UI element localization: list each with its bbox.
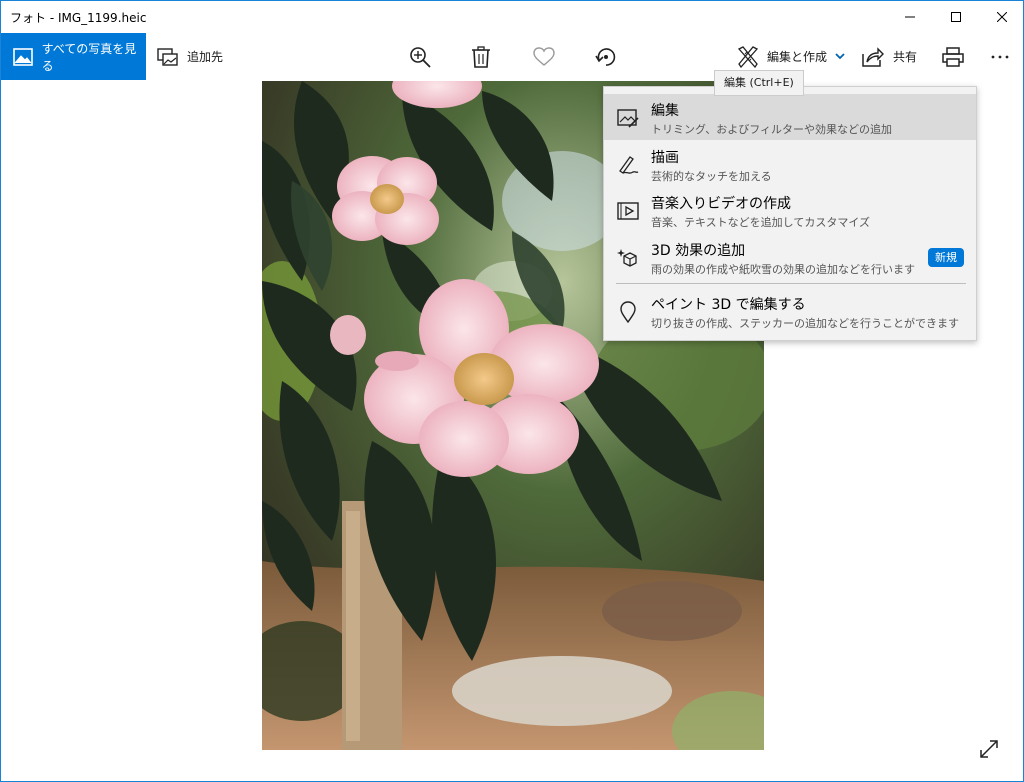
menu-item-draw[interactable]: 描画 芸術的なタッチを加える	[604, 141, 976, 187]
paint3d-icon	[620, 301, 636, 323]
menu-item-description: 雨の効果の作成や紙吹雪の効果の追加などを行います	[651, 263, 915, 276]
edit-photo-icon	[617, 109, 639, 128]
menu-item-title: 音楽入りビデオの作成	[651, 196, 791, 212]
printer-icon	[942, 47, 964, 67]
menu-item-description: トリミング、およびフィルターや効果などの追加	[651, 123, 893, 136]
photos-window: フォト - IMG_1199.heic すべての写真を見る 追加先 編集と作成 …	[0, 0, 1024, 782]
favorite-button[interactable]	[528, 41, 560, 73]
trash-icon	[472, 46, 490, 68]
minimize-button[interactable]	[887, 1, 933, 33]
menu-item-paint-3d[interactable]: ペイント 3D で編集する 切り抜きの作成、ステッカーの追加などを行うことができ…	[604, 288, 976, 334]
chevron-down-icon	[835, 53, 845, 60]
expand-icon	[980, 740, 998, 758]
zoom-in-icon	[410, 47, 431, 68]
full-screen-button[interactable]	[975, 735, 1003, 763]
menu-item-description: 切り抜きの作成、ステッカーの追加などを行うことができます	[651, 317, 959, 330]
share-icon	[862, 46, 884, 67]
edit-create-menu: 編集 トリミング、およびフィルターや効果などの追加 描画 芸術的なタッチを加える…	[603, 86, 977, 341]
draw-icon	[619, 156, 639, 174]
print-button[interactable]	[937, 41, 969, 73]
menu-item-edit[interactable]: 編集 トリミング、およびフィルターや効果などの追加	[604, 94, 976, 140]
menu-item-description: 芸術的なタッチを加える	[651, 170, 772, 183]
add-to-album-icon	[157, 47, 178, 66]
edit-and-create-label: 編集と作成	[767, 50, 828, 64]
menu-item-title: 描画	[651, 150, 679, 166]
edit-tooltip: 編集 (Ctrl+E)	[714, 70, 804, 96]
title-bar: フォト - IMG_1199.heic	[1, 1, 1023, 33]
rotate-icon	[595, 48, 616, 66]
rotate-button[interactable]	[590, 41, 622, 73]
menu-item-title: 編集	[651, 103, 679, 119]
add-to-button[interactable]: 追加先	[157, 33, 223, 80]
heart-icon	[533, 47, 555, 66]
menu-item-3d-effects[interactable]: 3D 効果の追加 雨の効果の作成や紙吹雪の効果の追加などを行います 新規	[604, 234, 976, 280]
window-title: フォト - IMG_1199.heic	[10, 11, 147, 25]
menu-separator	[616, 283, 966, 284]
3d-effects-icon	[617, 249, 637, 267]
maximize-icon	[951, 12, 961, 22]
command-bar: すべての写真を見る 追加先 編集と作成 共有	[1, 33, 1023, 81]
menu-item-create-video[interactable]: 音楽入りビデオの作成 音楽、テキストなどを追加してカスタマイズ	[604, 187, 976, 233]
maximize-button[interactable]	[933, 1, 979, 33]
see-all-photos-label: すべての写真を見る	[41, 41, 137, 73]
menu-item-description: 音楽、テキストなどを追加してカスタマイズ	[651, 216, 871, 229]
minimize-icon	[905, 16, 915, 18]
more-options-button[interactable]	[984, 41, 1016, 73]
menu-item-title: 3D 効果の追加	[651, 243, 746, 259]
zoom-button[interactable]	[404, 41, 436, 73]
photos-icon	[13, 47, 33, 66]
add-to-label: 追加先	[187, 50, 224, 64]
edit-create-icon	[737, 45, 759, 68]
video-icon	[617, 202, 639, 220]
delete-button[interactable]	[465, 41, 497, 73]
new-badge: 新規	[928, 248, 964, 267]
share-button[interactable]: 共有	[862, 33, 917, 80]
share-label: 共有	[893, 50, 918, 64]
close-button[interactable]	[979, 1, 1023, 33]
close-icon	[997, 12, 1007, 22]
more-icon	[991, 55, 1009, 59]
menu-item-title: ペイント 3D で編集する	[651, 297, 806, 313]
see-all-photos-button[interactable]: すべての写真を見る	[1, 33, 146, 80]
